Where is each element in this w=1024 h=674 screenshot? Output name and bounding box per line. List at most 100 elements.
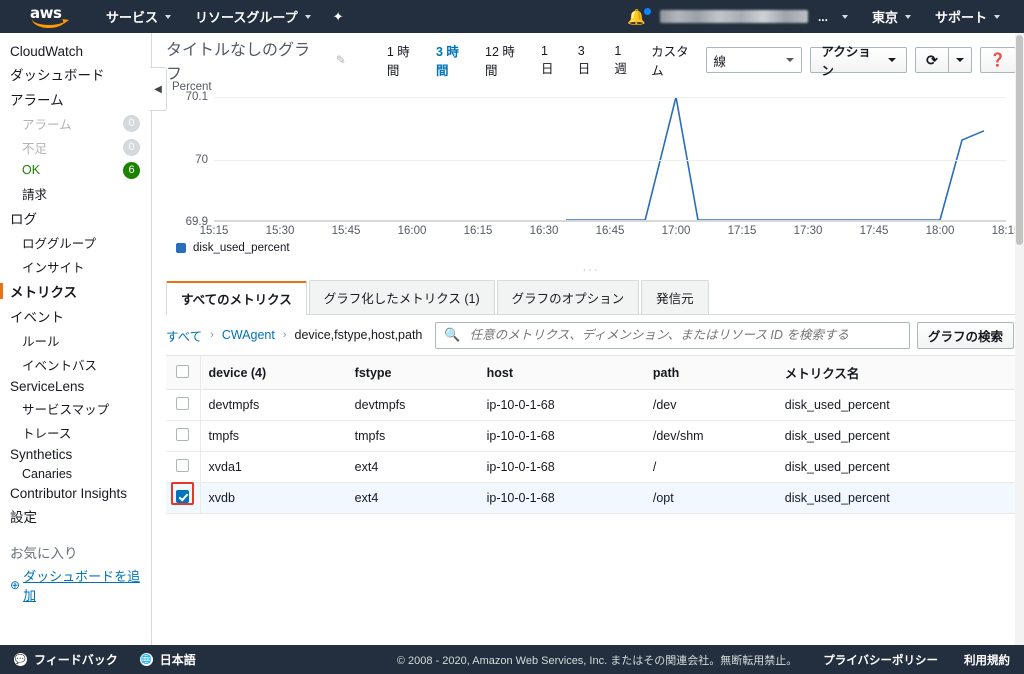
time-range-1[interactable]: 3 時間 <box>436 41 471 79</box>
tab-1[interactable]: グラフ化したメトリクス (1) <box>308 280 495 314</box>
pin-icon[interactable]: ✦ <box>333 9 344 25</box>
feedback-button[interactable]: 💬 フィードバック <box>14 651 118 668</box>
sidebar-item-7[interactable]: ログ <box>0 205 151 230</box>
sidebar-item-20[interactable]: 設定 <box>0 503 151 528</box>
cell-path: /opt <box>644 482 777 514</box>
time-range-0[interactable]: 1 時間 <box>387 41 422 79</box>
row-checkbox[interactable] <box>176 459 189 472</box>
sidebar-item-9[interactable]: インサイト <box>0 254 151 278</box>
chart-x-tick: 17:30 <box>793 225 823 237</box>
chart-legend[interactable]: disk_used_percent <box>176 242 1016 254</box>
page-footer: 💬 フィードバック 🌐 日本語 © 2008 - 2020, Amazon We… <box>0 645 1024 674</box>
sidebar-item-0[interactable]: CloudWatch <box>0 41 151 61</box>
sidebar-item-18[interactable]: Canaries <box>0 464 151 483</box>
terms-of-use-link[interactable]: 利用規約 <box>964 652 1010 668</box>
row-checkbox[interactable] <box>176 490 189 503</box>
table-row[interactable]: devtmpfs devtmpfs ip-10-0-1-68/dev disk_use… <box>166 389 1016 421</box>
aws-logo[interactable]: aws <box>30 5 72 28</box>
column-header-fstype[interactable]: fstype <box>346 355 479 390</box>
sidebar-item-3[interactable]: アラーム 0 <box>0 111 151 135</box>
panel-resize-handle[interactable]: ··· <box>166 265 1016 278</box>
column-header-path[interactable]: path <box>644 355 777 390</box>
sidebar-item-label: 設定 <box>10 509 37 525</box>
sidebar-item-badge: 0 <box>123 138 140 156</box>
breadcrumb-item-1[interactable]: CWAgent <box>222 328 275 342</box>
top-navigation-bar: aws サービス リソースグループ ✦ 🔔 ... 東京 サポート <box>0 0 1024 33</box>
nav-services[interactable]: サービス <box>94 0 183 33</box>
row-select-cell[interactable] <box>166 451 201 483</box>
add-dashboard-link[interactable]: ⊕ ダッシュボードを追加 <box>0 564 151 606</box>
sidebar-item-2[interactable]: アラーム <box>0 86 151 111</box>
nav-resource-groups[interactable]: リソースグループ <box>183 0 323 33</box>
sidebar-item-13[interactable]: イベントバス <box>0 352 151 376</box>
sidebar-item-5[interactable]: OK 6 <box>0 159 151 181</box>
help-button[interactable]: ❓ <box>979 47 1016 73</box>
actions-button[interactable]: アクション <box>810 45 908 78</box>
privacy-policy-link[interactable]: プライバシーポリシー <box>823 652 938 668</box>
column-header-host[interactable]: host <box>478 355 645 390</box>
nav-support-menu[interactable]: サポート <box>923 0 1012 33</box>
sidebar-item-12[interactable]: ルール <box>0 328 151 352</box>
metrics-search-box[interactable]: 🔍 <box>435 321 910 349</box>
language-label: 日本語 <box>159 653 196 667</box>
sidebar-collapse-button[interactable]: ◀ <box>150 67 167 111</box>
breadcrumb-item-0[interactable]: すべて <box>166 326 202 345</box>
row-checkbox[interactable] <box>176 428 189 441</box>
sidebar-item-label: ServiceLens <box>10 378 85 394</box>
table-row[interactable]: tmpfs tmpfs ip-10-0-1-68/dev/shm disk_used_… <box>166 420 1016 452</box>
chart-type-select[interactable]: 線 <box>705 47 803 73</box>
chart-x-axis-ticks: 15:15 15:30 15:45 16:00 16:15 16:30 16:45 17:00… <box>200 222 1021 240</box>
metrics-search-row: すべて › CWAgent › device,fstype,host,path 🔍 グラ… <box>166 315 1016 355</box>
chart-plot-area[interactable]: 70.1 70 69.9 <box>186 91 1006 228</box>
refresh-options-button[interactable] <box>948 47 972 73</box>
sidebar-item-15[interactable]: サービスマップ <box>0 396 151 420</box>
sidebar-item-label: Contributor Insights <box>10 485 128 501</box>
search-input[interactable] <box>467 327 901 343</box>
time-range-2[interactable]: 12 時間 <box>485 41 527 79</box>
chevron-down-icon <box>841 14 848 19</box>
custom-range-button[interactable]: カスタム <box>651 41 705 79</box>
sidebar-item-6[interactable]: 請求 <box>0 181 151 205</box>
row-select-cell[interactable] <box>166 389 201 421</box>
sidebar-item-14[interactable]: ServiceLens <box>0 376 151 396</box>
sidebar-item-17[interactable]: Synthetics <box>0 444 151 464</box>
cell-metric: disk_used_percent <box>776 420 1016 452</box>
time-range-4[interactable]: 3 日 <box>578 44 601 77</box>
column-header-device[interactable]: device (4) <box>200 355 347 390</box>
chevron-down-icon <box>888 58 897 62</box>
collapse-left-arrow-icon: ◀ <box>154 83 162 95</box>
sidebar-item-label: OK <box>22 163 41 177</box>
time-range-3[interactable]: 1 日 <box>541 44 564 77</box>
tab-2[interactable]: グラフのオプション <box>496 280 640 314</box>
row-checkbox[interactable] <box>176 397 189 410</box>
page-scrollbar-thumb[interactable] <box>1016 35 1023 245</box>
refresh-button[interactable]: ⟳ <box>915 47 949 73</box>
page-scrollbar-track[interactable] <box>1015 33 1024 645</box>
sidebar-item-1[interactable]: ダッシュボード <box>0 61 151 86</box>
table-row[interactable]: xvdb ext4 ip-10-0-1-68/opt disk_used_percen… <box>166 482 1016 514</box>
graph-search-button[interactable]: グラフの検索 <box>916 321 1014 349</box>
time-range-5[interactable]: 1 週 <box>614 44 637 77</box>
tab-0[interactable]: すべてのメトリクス <box>166 281 307 315</box>
row-select-cell[interactable] <box>166 482 201 514</box>
chart-x-tick: 16:30 <box>529 225 559 237</box>
sidebar-item-19[interactable]: Contributor Insights <box>0 483 151 503</box>
sidebar-item-11[interactable]: イベント <box>0 303 151 328</box>
pencil-edit-icon[interactable]: ✎ <box>336 53 346 67</box>
tab-3[interactable]: 発信元 <box>641 280 709 314</box>
sidebar-item-16[interactable]: トレース <box>0 420 151 444</box>
sidebar-item-4[interactable]: 不足 0 <box>0 135 151 159</box>
sidebar-item-10[interactable]: メトリクス <box>0 278 151 303</box>
breadcrumb-item-2: device,fstype,host,path <box>294 328 423 342</box>
cell-path: / <box>644 451 777 483</box>
nav-region-menu[interactable]: 東京 <box>860 0 923 33</box>
select-all-checkbox[interactable] <box>176 364 189 378</box>
column-header-metric-name[interactable]: メトリクス名 <box>776 355 1016 390</box>
nav-account-menu[interactable]: ... <box>659 0 860 33</box>
notifications-button[interactable]: 🔔 <box>613 7 660 26</box>
sidebar-item-8[interactable]: ロググループ <box>0 230 151 254</box>
language-button[interactable]: 🌐 日本語 <box>139 651 196 668</box>
table-row[interactable]: xvda1 ext4 ip-10-0-1-68/disk_used_percent <box>166 451 1016 483</box>
row-select-cell[interactable] <box>166 420 201 452</box>
cell-path: /dev <box>644 389 777 421</box>
